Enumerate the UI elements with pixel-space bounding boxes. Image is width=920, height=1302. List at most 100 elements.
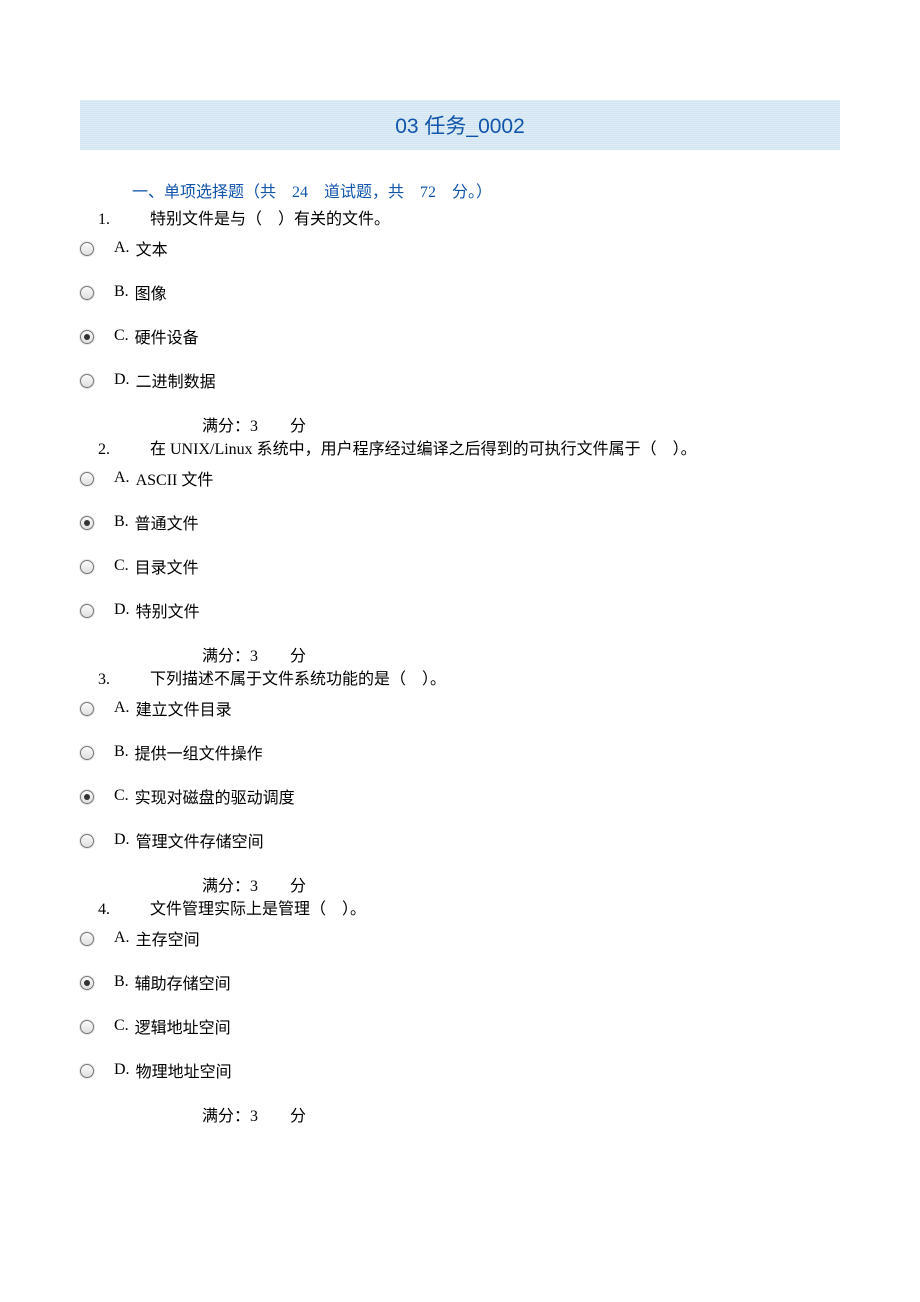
radio-cell bbox=[80, 558, 114, 574]
option-label: B. bbox=[114, 743, 129, 761]
radio-button[interactable] bbox=[80, 374, 94, 388]
radio-cell bbox=[80, 240, 114, 256]
question-header: 2.在 UNIX/Linux 系统中，用户程序经过编译之后得到的可执行文件属于（… bbox=[98, 438, 840, 462]
option-label: A. bbox=[114, 929, 130, 947]
score-line: 满分：3 分 bbox=[202, 642, 840, 666]
option-text: 普通文件 bbox=[135, 510, 199, 534]
score-value: 3 bbox=[250, 648, 258, 665]
option-row: C.逻辑地址空间 bbox=[80, 1014, 840, 1038]
score-line: 满分：3 分 bbox=[202, 412, 840, 436]
score-line: 满分：3 分 bbox=[202, 1102, 840, 1126]
radio-cell bbox=[80, 1018, 114, 1034]
radio-button[interactable] bbox=[80, 604, 94, 618]
score-prefix: 满分： bbox=[202, 648, 250, 665]
radio-cell bbox=[80, 470, 114, 486]
score-prefix: 满分： bbox=[202, 418, 250, 435]
option-text: 特别文件 bbox=[136, 598, 200, 622]
radio-cell bbox=[80, 744, 114, 760]
radio-cell bbox=[80, 930, 114, 946]
option-text: 二进制数据 bbox=[136, 368, 216, 392]
radio-button[interactable] bbox=[80, 1020, 94, 1034]
page-title: 03 任务_0002 bbox=[80, 100, 840, 150]
option-text: 图像 bbox=[135, 280, 167, 304]
score-suffix: 分 bbox=[290, 418, 306, 435]
radio-cell bbox=[80, 602, 114, 618]
radio-cell bbox=[80, 788, 114, 804]
option-row: D. 特别文件 bbox=[80, 598, 840, 622]
option-label: B. bbox=[114, 283, 129, 301]
option-text: 辅助存储空间 bbox=[135, 970, 231, 994]
option-row: C.硬件设备 bbox=[80, 324, 840, 348]
question-header: 4.文件管理实际上是管理（ ）。 bbox=[98, 898, 840, 922]
page-container: 03 任务_0002 一、单项选择题（共 24 道试题，共 72 分。） 1.特… bbox=[0, 0, 920, 1188]
radio-button[interactable] bbox=[80, 932, 94, 946]
question-number: 4. bbox=[98, 901, 150, 919]
option-text: 实现对磁盘的驱动调度 bbox=[135, 784, 295, 808]
option-text: 建立文件目录 bbox=[136, 696, 232, 720]
question-text: 文件管理实际上是管理（ ）。 bbox=[150, 898, 840, 922]
radio-button[interactable] bbox=[80, 286, 94, 300]
radio-cell bbox=[80, 832, 114, 848]
option-text: 提供一组文件操作 bbox=[135, 740, 263, 764]
radio-button[interactable] bbox=[80, 976, 94, 990]
radio-cell bbox=[80, 974, 114, 990]
question-text: 下列描述不属于文件系统功能的是（ ）。 bbox=[150, 668, 840, 692]
option-row: A. 主存空间 bbox=[80, 926, 840, 950]
option-row: B.普通文件 bbox=[80, 510, 840, 534]
option-row: B. 图像 bbox=[80, 280, 840, 304]
section-header: 一、单项选择题（共 24 道试题，共 72 分。） bbox=[132, 178, 840, 202]
option-row: D. 管理文件存储空间 bbox=[80, 828, 840, 852]
radio-button[interactable] bbox=[80, 330, 94, 344]
option-text: 逻辑地址空间 bbox=[135, 1014, 231, 1038]
score-value: 3 bbox=[250, 418, 258, 435]
option-text: 目录文件 bbox=[135, 554, 199, 578]
option-row: B. 辅助存储空间 bbox=[80, 970, 840, 994]
option-label: D. bbox=[114, 1061, 130, 1079]
score-line: 满分：3 分 bbox=[202, 872, 840, 896]
radio-cell bbox=[80, 328, 114, 344]
radio-cell bbox=[80, 1062, 114, 1078]
radio-button[interactable] bbox=[80, 516, 94, 530]
score-value: 3 bbox=[250, 878, 258, 895]
radio-cell bbox=[80, 372, 114, 388]
score-value: 3 bbox=[250, 1108, 258, 1125]
option-row: B. 提供一组文件操作 bbox=[80, 740, 840, 764]
score-prefix: 满分： bbox=[202, 878, 250, 895]
score-suffix: 分 bbox=[290, 648, 306, 665]
option-row: A. ASCII 文件 bbox=[80, 466, 840, 490]
option-row: C. 实现对磁盘的驱动调度 bbox=[80, 784, 840, 808]
option-label: D. bbox=[114, 371, 130, 389]
radio-button[interactable] bbox=[80, 834, 94, 848]
radio-button[interactable] bbox=[80, 746, 94, 760]
option-row: D. 物理地址空间 bbox=[80, 1058, 840, 1082]
score-suffix: 分 bbox=[290, 1108, 306, 1125]
option-label: C. bbox=[114, 787, 129, 805]
option-label: D. bbox=[114, 601, 130, 619]
radio-button[interactable] bbox=[80, 242, 94, 256]
option-label: C. bbox=[114, 327, 129, 345]
radio-button[interactable] bbox=[80, 1064, 94, 1078]
radio-button[interactable] bbox=[80, 472, 94, 486]
question-text: 特别文件是与（ ）有关的文件。 bbox=[150, 208, 840, 232]
option-label: C. bbox=[114, 557, 129, 575]
question-number: 1. bbox=[98, 211, 150, 229]
radio-cell bbox=[80, 284, 114, 300]
option-text: 物理地址空间 bbox=[136, 1058, 232, 1082]
radio-button[interactable] bbox=[80, 790, 94, 804]
option-row: A.文本 bbox=[80, 236, 840, 260]
radio-button[interactable] bbox=[80, 702, 94, 716]
question-header: 1.特别文件是与（ ）有关的文件。 bbox=[98, 208, 840, 232]
option-label: D. bbox=[114, 831, 130, 849]
option-label: B. bbox=[114, 973, 129, 991]
question-text: 在 UNIX/Linux 系统中，用户程序经过编译之后得到的可执行文件属于（ ）… bbox=[150, 438, 840, 462]
option-text: 管理文件存储空间 bbox=[136, 828, 264, 852]
option-text: 主存空间 bbox=[136, 926, 200, 950]
question-number: 3. bbox=[98, 671, 150, 689]
score-prefix: 满分： bbox=[202, 1108, 250, 1125]
option-row: A.建立文件目录 bbox=[80, 696, 840, 720]
option-text: ASCII 文件 bbox=[136, 466, 214, 490]
radio-button[interactable] bbox=[80, 560, 94, 574]
option-label: A. bbox=[114, 469, 130, 487]
option-row: C. 目录文件 bbox=[80, 554, 840, 578]
question-header: 3.下列描述不属于文件系统功能的是（ ）。 bbox=[98, 668, 840, 692]
